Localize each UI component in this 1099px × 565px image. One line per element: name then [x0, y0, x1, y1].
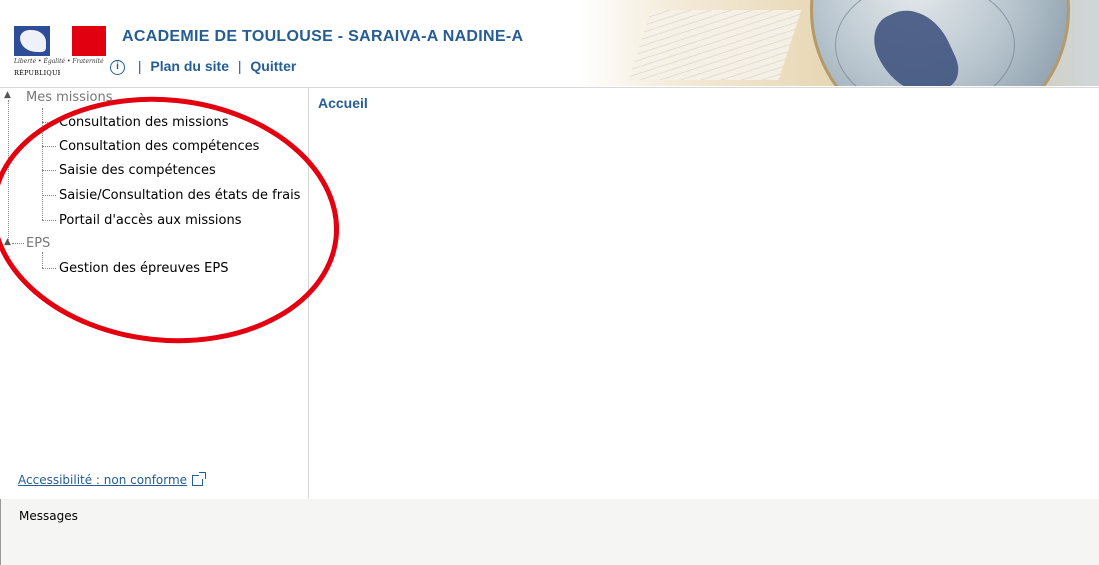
main-content: Accueil — [310, 88, 1099, 499]
link-separator: | — [237, 58, 242, 74]
tree-item-etats-de-frais[interactable]: Saisie/Consultation des états de frais — [59, 188, 300, 203]
collapse-icon[interactable]: ▲ — [4, 237, 11, 247]
link-separator: | — [137, 58, 142, 74]
messages-title: Messages — [19, 509, 78, 523]
info-icon[interactable]: i — [110, 59, 125, 75]
sitemap-link[interactable]: Plan du site — [150, 58, 229, 74]
collapse-icon[interactable]: ▲ — [4, 90, 11, 100]
accessibility-link-label: Accessibilité : non conforme — [18, 473, 188, 487]
accessibility-link[interactable]: Accessibilité : non conforme — [18, 472, 207, 487]
external-link-icon — [192, 472, 207, 486]
messages-panel: Messages — [0, 499, 1099, 565]
logo-motto: Liberté • Égalité • Fraternité — [14, 58, 104, 65]
site-title: ACADEMIE DE TOULOUSE - SARAIVA-A NADINE-… — [122, 28, 524, 45]
sidebar: ▲ Mes missions Consultation des missions… — [0, 88, 309, 499]
header: Liberté • Égalité • Fraternité RÉPUBLIQU… — [0, 0, 1099, 88]
navigation-tree: ▲ Mes missions Consultation des missions… — [4, 88, 304, 288]
tree-item-saisie-competences[interactable]: Saisie des compétences — [59, 163, 216, 178]
header-banner-image — [580, 0, 1099, 86]
quit-link[interactable]: Quitter — [250, 58, 296, 74]
marianne-flag-icon — [14, 22, 106, 58]
tree-item-consultation-missions[interactable]: Consultation des missions — [59, 115, 229, 130]
page-title: Accueil — [318, 95, 368, 111]
logo-republic-text: RÉPUBLIQUE FRANÇAISE — [14, 69, 60, 77]
top-links: i | Plan du site | Quitter — [110, 58, 296, 75]
tree-node-mes-missions[interactable]: Mes missions — [26, 90, 113, 105]
tree-item-consultation-competences[interactable]: Consultation des compétences — [59, 139, 259, 154]
republique-francaise-logo: Liberté • Égalité • Fraternité RÉPUBLIQU… — [14, 22, 106, 84]
tree-item-gestion-epreuves-eps[interactable]: Gestion des épreuves EPS — [59, 261, 228, 276]
tree-item-portail-missions[interactable]: Portail d'accès aux missions — [59, 213, 242, 228]
tree-node-eps[interactable]: EPS — [26, 236, 50, 251]
